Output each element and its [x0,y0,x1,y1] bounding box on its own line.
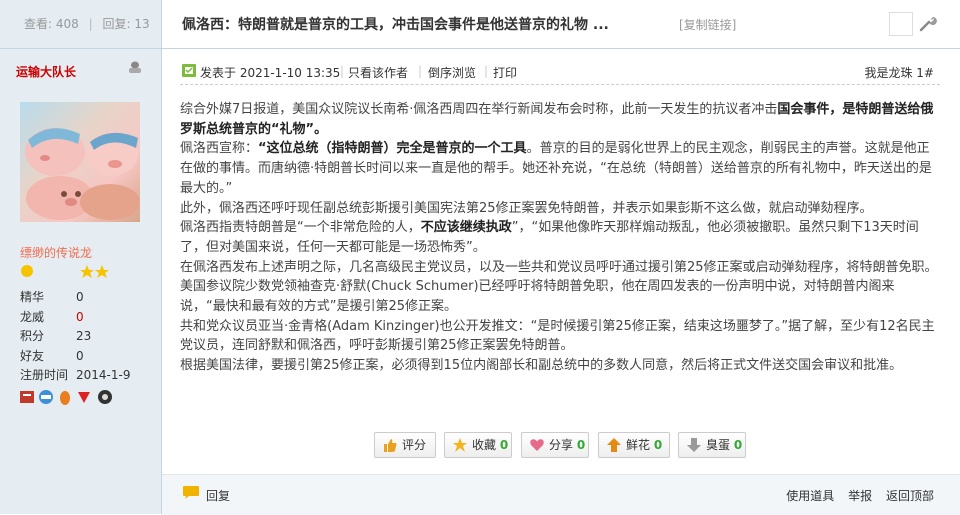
copy-link-button[interactable]: [复制链接] [679,16,736,33]
author-name-link[interactable]: 运输大队长 [16,63,76,80]
rate-label: 评分 [402,438,427,452]
info-key: 积分 [20,329,45,343]
user-profile-icon[interactable] [128,61,142,73]
meta-divider: | [418,64,423,78]
info-value: 0 [76,290,84,304]
views-count: 408 [55,17,79,31]
report-link[interactable]: 举报 [848,489,872,503]
reply-button[interactable]: 回复 [206,487,230,504]
reply-bubble-icon[interactable] [182,485,200,500]
avatar[interactable] [20,102,140,222]
post-paragraph: 根据美国法律，要援引第25修正案，必须得到15位内阁部长和副总统中的多数人同意，… [180,358,903,374]
meta-divider: | [340,64,345,78]
user-rank-title[interactable]: 缥缈的传说龙 [20,244,92,261]
floor-number: 1# [916,66,934,80]
thread-title: 佩洛西：特朗普就是普京的工具，冲击国会事件是他送普京的礼物 ... [182,17,609,33]
post-paragraph: 此外，佩洛西还呼吁现任副总统彭斯援引美国宪法第25修正案罢免特朗普，并表示如果彭… [180,200,873,216]
moon-rank-icon [36,265,47,278]
arrow-up-icon [607,438,621,452]
user-info-row: 龙威 0 [20,308,130,328]
moon-rank-icon [50,265,61,278]
views-label: 查看: [24,17,53,31]
piglet-figurine-image [25,128,140,220]
favorite-label-wrap: 收藏 0 [472,438,509,452]
thread-stats: 查看: 408 | 回复: 13 [0,0,161,49]
flower-button[interactable]: 鲜花 0 [598,432,670,458]
user-medals[interactable] [20,388,120,406]
star-rank-icon [95,265,109,278]
online-status-icon [182,64,196,77]
author-tag: 我是龙珠 [864,66,913,80]
rate-button[interactable]: 评分 [374,432,436,458]
replies-label: 回复: [102,17,131,31]
print-link[interactable]: 打印 [493,64,517,81]
medal-icon [78,392,90,403]
heart-icon [530,439,544,451]
info-value: 0 [76,348,84,363]
title-action-button[interactable] [889,12,913,36]
user-info-list: 精华 0 龙威 0 积分 23 好友 0 注册时间 2014-1-9 [20,288,130,386]
info-key: 龙威 [20,309,45,324]
reverse-order-link[interactable]: 倒序浏览 [428,64,476,81]
user-info-row: 好友 0 [20,347,130,367]
post-paragraph: 在佩洛西发布上述声明之际，几名高级民主党议员，以及一些共和党议员呼吁通过援引第2… [180,259,938,315]
sun-rank-icon [21,265,33,277]
info-key: 精华 [20,290,45,304]
post-content: 综合外媒7日报道，美国众议院议长南希·佩洛西周四在举行新闻发布会时称，此前一天发… [180,100,940,376]
rotten-egg-label-wrap: 臭蛋 0 [706,438,743,452]
post-footer-bar: 回复 使用道具 举报 返回顶部 [162,474,960,515]
medal-icon [20,391,34,403]
star-rank-icon [80,265,94,278]
post-timestamp: 发表于 2021-1-10 13:35 [200,66,341,80]
user-rank-stars [21,265,109,278]
post-paragraph: 佩洛西指责特朗普是“一个非常危险的人，不应该继续执政”，“如果他像昨天那样煽动叛… [180,220,919,255]
thread-title-bar: 佩洛西：特朗普就是普京的工具，冲击国会事件是他送普京的礼物 ... [复制链接] [162,0,960,49]
favorite-button[interactable]: 收藏 0 [444,432,512,458]
moon-rank-icon [64,265,75,278]
stats-divider: | [88,17,93,31]
medal-icon [60,391,70,405]
post-meta-bar: 发表于 2021-1-10 13:35 | 只看该作者 | 倒序浏览 | 打印 … [180,60,940,85]
footer-tools: 使用道具 举报 返回顶部 [776,487,934,504]
rotten-egg-button[interactable]: 臭蛋 0 [678,432,746,458]
post-paragraph: 佩洛西宣称：“这位总统（指特朗普）完全是普京的一个工具。普京的目的是弱化世界上的… [180,141,932,196]
author-sidebar: 查看: 408 | 回复: 13 运输大队长 缥缈的传说龙 精华 0 龙威 0 … [0,0,162,514]
forum-post-page: 查看: 408 | 回复: 13 运输大队长 缥缈的传说龙 精华 0 龙威 0 … [0,0,960,515]
info-value: 0 [76,309,84,324]
share-button[interactable]: 分享 0 [521,432,589,458]
post-paragraph: 共和党众议员亚当·金青格(Adam Kinzinger)也公开发推文：“是时候援… [180,318,935,354]
meta-divider: | [484,64,489,78]
arrow-down-icon [687,438,701,452]
info-key: 好友 [20,348,45,363]
star-icon [453,438,467,452]
info-value: 2014-1-9 [76,368,131,382]
post-paragraph: 综合外媒7日报道，美国众议院议长南希·佩洛西周四在举行新闻发布会时称，此前一天发… [180,102,934,137]
thumb-up-icon [384,439,397,452]
back-to-top-link[interactable]: 返回顶部 [886,489,934,503]
wrench-icon[interactable] [918,13,938,33]
flower-label-wrap: 鲜花 0 [626,438,663,452]
user-info-row: 注册时间 2014-1-9 [20,366,130,386]
info-key: 注册时间 [20,368,69,382]
user-info-row: 积分 23 [20,327,130,347]
post-floor[interactable]: 我是龙珠 1# [864,64,934,81]
user-info-row: 精华 0 [20,288,130,308]
use-tools-link[interactable]: 使用道具 [786,489,834,503]
share-label-wrap: 分享 0 [549,438,586,452]
only-author-link[interactable]: 只看该作者 [348,64,408,81]
info-value: 23 [76,329,92,343]
replies-count: 13 [134,17,150,31]
